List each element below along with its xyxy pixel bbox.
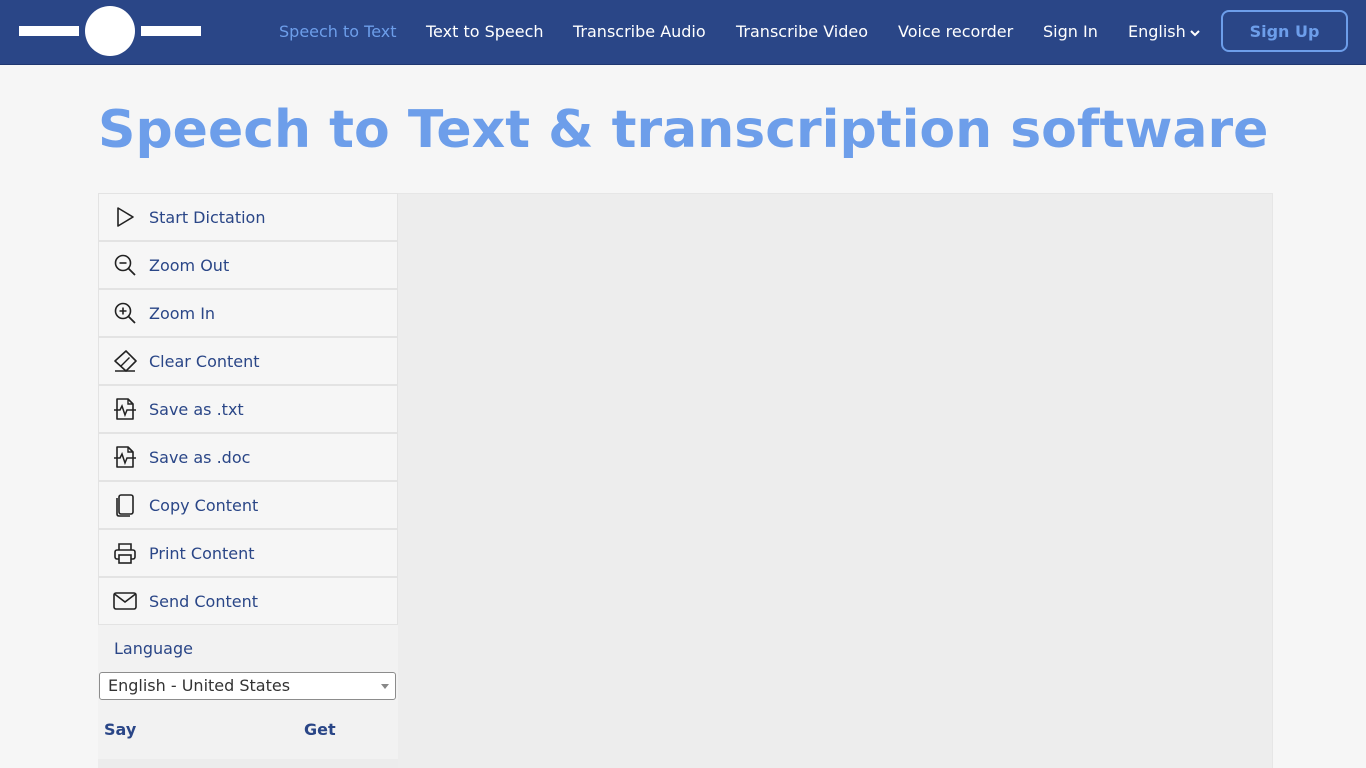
eraser-icon [111,347,139,375]
site-logo[interactable] [19,6,201,56]
zoom-out-label: Zoom Out [149,255,230,275]
top-navbar: Speech to Text Text to Speech Transcribe… [0,0,1366,65]
file-pulse-icon [111,395,139,423]
zoom-in-icon [111,299,139,327]
nav-text-to-speech[interactable]: Text to Speech [426,22,544,42]
nav-sign-in[interactable]: Sign In [1043,22,1098,42]
print-content-button[interactable]: Print Content [98,529,398,577]
save-txt-label: Save as .txt [149,399,244,419]
nav-speech-to-text[interactable]: Speech to Text [279,22,397,42]
envelope-icon [111,587,139,615]
file-pulse-icon [111,443,139,471]
play-icon [111,203,139,231]
nav-transcribe-video[interactable]: Transcribe Video [736,22,868,42]
select-caret-icon [381,684,389,689]
clear-content-label: Clear Content [149,351,260,371]
language-select-value: English - United States [108,676,291,695]
page-title: Speech to Text & transcription software [98,100,1269,160]
zoom-out-icon [111,251,139,279]
zoom-out-button[interactable]: Zoom Out [98,241,398,289]
printer-icon [111,539,139,567]
print-content-label: Print Content [149,543,255,563]
commands-get-header: Get [304,720,336,739]
copy-icon [111,491,139,519]
logo-right-bar [141,26,201,36]
save-doc-label: Save as .doc [149,447,251,467]
clear-content-button[interactable]: Clear Content [98,337,398,385]
sign-up-button[interactable]: Sign Up [1221,10,1348,52]
start-dictation-label: Start Dictation [149,207,266,227]
nav-transcribe-audio[interactable]: Transcribe Audio [573,22,706,42]
save-txt-button[interactable]: Save as .txt [98,385,398,433]
save-doc-button[interactable]: Save as .doc [98,433,398,481]
language-dropdown-label: English [1128,22,1186,41]
language-label: Language [114,639,193,658]
language-dropdown[interactable]: English [1128,22,1201,42]
nav-voice-recorder[interactable]: Voice recorder [898,22,1013,42]
zoom-in-label: Zoom In [149,303,216,323]
language-select[interactable]: English - United States [99,672,396,700]
commands-table-row [98,759,398,768]
send-content-button[interactable]: Send Content [98,577,398,625]
commands-say-header: Say [104,720,137,739]
start-dictation-button[interactable]: Start Dictation [98,193,398,241]
logo-circle [85,6,135,56]
transcription-editor[interactable] [398,193,1273,768]
chevron-down-icon [1190,29,1200,36]
tools-sidebar: Start Dictation Zoom Out Zoom In Clear C… [98,193,398,768]
copy-content-label: Copy Content [149,495,259,515]
zoom-in-button[interactable]: Zoom In [98,289,398,337]
logo-left-bar [19,26,79,36]
send-content-label: Send Content [149,591,259,611]
copy-content-button[interactable]: Copy Content [98,481,398,529]
